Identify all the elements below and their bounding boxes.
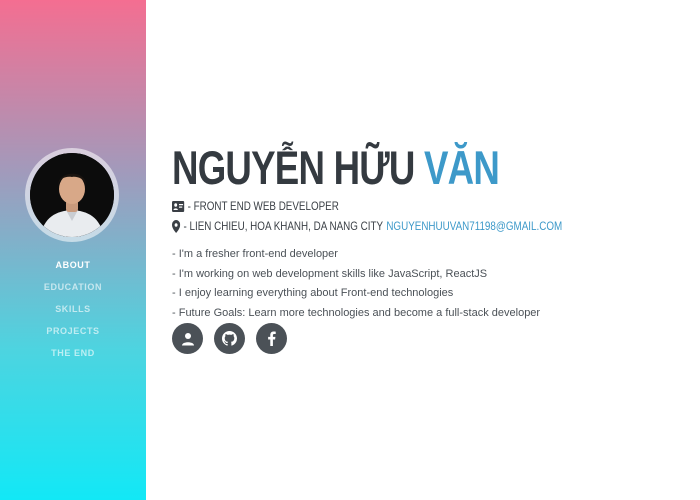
github-button[interactable] — [214, 323, 245, 354]
profile-photo — [30, 153, 114, 237]
about-section: NGUYỄN HỮU VĂN - FRONT END WEB DEVELOPER… — [172, 140, 682, 354]
bio-line: - I enjoy learning everything about Fron… — [172, 287, 454, 299]
location-line: - LIEN CHIEU, HOA KHANH, DA NANG CITY NG… — [172, 216, 590, 236]
location-text: - LIEN CHIEU, HOA KHANH, DA NANG CITY — [183, 219, 384, 233]
page-title: NGUYỄN HỮU VĂN — [172, 140, 570, 196]
avatar — [30, 153, 114, 237]
facebook-button[interactable] — [256, 323, 287, 354]
nav-item-projects[interactable]: PROJECTS — [0, 322, 146, 344]
sidebar: ABOUT EDUCATION SKILLS PROJECTS THE END — [0, 0, 146, 500]
avatar-ring — [25, 148, 119, 242]
social-links — [172, 323, 682, 354]
user-icon — [181, 332, 194, 345]
nav-item-skills[interactable]: SKILLS — [0, 300, 146, 322]
nav-item-about[interactable]: ABOUT — [0, 256, 146, 278]
role-line: - FRONT END WEB DEVELOPER — [172, 196, 590, 216]
name-first: NGUYỄN HỮU — [172, 141, 415, 194]
bio-line: - I'm a fresher front-end developer — [172, 248, 338, 260]
facebook-icon — [268, 331, 276, 346]
role-text: - FRONT END WEB DEVELOPER — [187, 199, 339, 213]
profile-button[interactable] — [172, 323, 203, 354]
nav-item-education[interactable]: EDUCATION — [0, 278, 146, 300]
id-card-icon — [172, 200, 185, 212]
email-link[interactable]: NGUYENHUUVAN71198@GMAIL.COM — [386, 219, 562, 233]
sidebar-nav: ABOUT EDUCATION SKILLS PROJECTS THE END — [0, 256, 146, 366]
bio-list: - I'm a fresher front-end developer - I'… — [172, 245, 682, 323]
github-icon — [222, 331, 237, 346]
name-accent: VĂN — [424, 141, 500, 194]
map-marker-icon — [172, 219, 181, 233]
bio-line: - Future Goals: Learn more technologies … — [172, 306, 541, 319]
nav-item-the-end[interactable]: THE END — [0, 344, 146, 366]
bio-line: - I'm working on web development skills … — [172, 267, 488, 280]
